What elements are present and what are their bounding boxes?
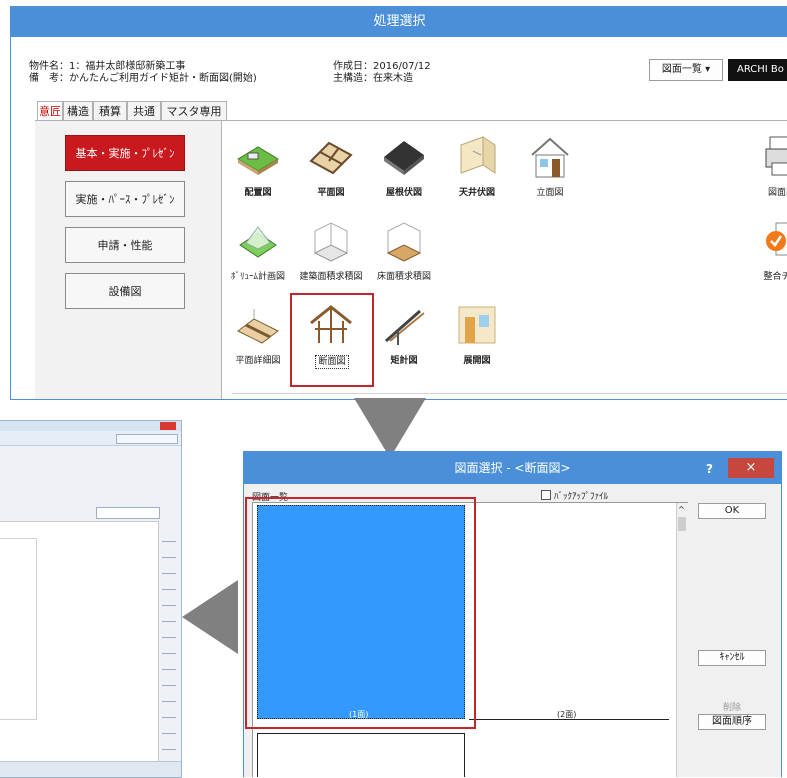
cancel-button[interactable]: ｷｬﾝｾﾙ [698, 650, 766, 666]
cad-close-icon[interactable] [160, 422, 176, 430]
print-tile[interactable]: 図面印刷 [752, 133, 787, 203]
building-area-icon [313, 222, 349, 262]
interior-elevation-tile[interactable]: 展開図 [443, 301, 511, 371]
window-title: 処理選択 [11, 7, 787, 37]
plan-detail-icon [237, 309, 279, 344]
backup-checkbox[interactable] [541, 490, 551, 500]
section-highlight [290, 293, 374, 387]
archi-button[interactable]: ARCHI Bo [728, 59, 787, 81]
cad-canvas[interactable] [0, 521, 158, 762]
cad-tool-icons [162, 531, 176, 751]
property-meta: 作成日：2016/07/12 主構造：在来木造 [333, 61, 431, 85]
tab-common[interactable]: 共通 [127, 101, 161, 121]
volume-plan-icon [239, 226, 277, 258]
main-structure: 主構造：在来木造 [333, 73, 413, 84]
ceiling-plan-icon [460, 136, 496, 174]
property-info: 物件名：1：福井太郎様邸新築工事 備 考：かんたんご利用ガイド矩計・断面図(開始… [29, 61, 257, 85]
sheet-list-scrollbar[interactable]: ^ [676, 503, 688, 777]
floor-plan-tile[interactable]: 平面図 [297, 133, 365, 203]
drawing-list-button[interactable]: 図面一覧 ▾ [649, 59, 723, 81]
roof-plan-icon [384, 141, 424, 175]
sectional-detail-tile[interactable]: 矩計図 [370, 301, 438, 371]
elevation-tile[interactable]: 立面図 [516, 133, 584, 203]
floor-plan-icon [309, 141, 353, 175]
tab-estimate[interactable]: 積算 [93, 101, 127, 121]
sheet-highlight [245, 497, 476, 729]
interior-elevation-icon [458, 306, 496, 344]
ceiling-plan-label: 天井伏図 [458, 188, 495, 198]
floor-plan-label: 平面図 [317, 188, 345, 198]
process-select-window: 処理選択 物件名：1：福井太郎様邸新築工事 備 考：かんたんご利用ガイド矩計・断… [10, 6, 787, 400]
created-date: 作成日：2016/07/12 [333, 61, 431, 72]
tab-content: 基本・実施・ﾌﾟﾚｾﾞﾝ 実施・ﾊﾟｰｽ・ﾌﾟﾚｾﾞﾝ 申請・性能 設備図 配置… [35, 120, 787, 399]
check-icon [766, 222, 787, 256]
cad-drawing-frame [0, 538, 37, 720]
roof-plan-tile[interactable]: 屋根伏図 [370, 133, 438, 203]
site-plan-tile[interactable]: 配置図 [224, 133, 292, 203]
cad-search-input[interactable] [96, 507, 160, 519]
left-arrow-icon [182, 580, 238, 654]
order-button[interactable]: 図面順序 [698, 714, 766, 730]
property-name: 物件名：1：福井太郎様邸新築工事 [29, 61, 186, 72]
cad-statusbar [0, 761, 181, 777]
scroll-thumb[interactable] [678, 517, 686, 531]
cad-side-toolbar[interactable] [158, 521, 181, 761]
delete-button[interactable]: 削除 [698, 700, 766, 713]
property-remarks: 備 考：かんたんご利用ガイド矩計・断面図(開始) [29, 73, 257, 84]
dialog-title: 図面選択 - <断面図> [244, 452, 781, 484]
scroll-up-icon[interactable]: ^ [678, 505, 685, 514]
elevation-label: 立面図 [536, 188, 564, 198]
side-basic-button[interactable]: 基本・実施・ﾌﾟﾚｾﾞﾝ [65, 135, 185, 171]
help-icon[interactable]: ? [706, 462, 713, 476]
building-area-label: 建築面積求積図 [299, 272, 363, 282]
sheet-thumb-2[interactable] [469, 505, 669, 720]
volume-plan-label: ﾎﾞﾘｭｰﾑ計画図 [230, 272, 285, 282]
backup-label: ﾊﾞｯｸｱｯﾌﾟﾌｧｲﾙ [554, 492, 609, 502]
side-equipment-button[interactable]: 設備図 [65, 273, 185, 309]
next-row-hint [232, 393, 787, 399]
sheet-thumb-3[interactable] [257, 733, 465, 777]
site-plan-label: 配置図 [244, 188, 272, 198]
roof-plan-label: 屋根伏図 [385, 188, 422, 198]
cad-window [0, 420, 182, 778]
side-application-button[interactable]: 申請・性能 [65, 227, 185, 263]
sectional-detail-label: 矩計図 [390, 356, 418, 366]
volume-plan-tile[interactable]: ﾎﾞﾘｭｰﾑ計画図 [224, 217, 292, 287]
check-tile[interactable]: 整合チェッ [752, 217, 787, 287]
site-plan-icon [237, 146, 279, 175]
tab-master[interactable]: マスタ専用 [161, 101, 227, 121]
floor-area-tile[interactable]: 床面積求積図 [370, 217, 438, 287]
print-label: 図面印刷 [767, 188, 787, 198]
sheet-label-2: (2面) [557, 710, 577, 719]
print-icon [765, 136, 787, 176]
cad-titlebar [0, 421, 181, 431]
floor-area-label: 床面積求積図 [376, 272, 431, 282]
floor-area-icon [386, 222, 422, 262]
ok-button[interactable]: OK [698, 503, 766, 519]
side-execution-button[interactable]: 実施・ﾊﾟｰｽ・ﾌﾟﾚｾﾞﾝ [65, 181, 185, 217]
tab-design[interactable]: 意匠 [37, 101, 63, 121]
ceiling-plan-tile[interactable]: 天井伏図 [443, 133, 511, 203]
cad-toolbar-buttons[interactable] [116, 434, 178, 444]
plan-detail-label: 平面詳細図 [235, 356, 281, 366]
plan-detail-tile[interactable]: 平面詳細図 [224, 301, 292, 371]
elevation-icon [531, 137, 569, 178]
cad-toolbar [0, 431, 181, 446]
building-area-tile[interactable]: 建築面積求積図 [297, 217, 365, 287]
close-button[interactable]: × [728, 458, 774, 478]
tab-structure[interactable]: 構造 [63, 101, 93, 121]
sectional-detail-icon [385, 309, 425, 345]
interior-elevation-label: 展開図 [463, 356, 491, 366]
check-label: 整合チェッ [763, 272, 787, 282]
